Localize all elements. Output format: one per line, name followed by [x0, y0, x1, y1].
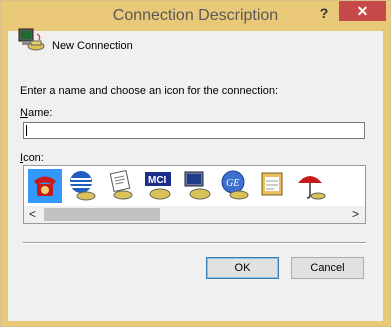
- umbrella-telephone-icon: [298, 176, 326, 200]
- icon-option-3[interactable]: [104, 169, 138, 203]
- icon-label: Icon:: [20, 152, 44, 164]
- icon-label-rest: con:: [23, 152, 44, 164]
- title-bar[interactable]: Connection Description ? ✕: [1, 1, 390, 31]
- scroll-left-button[interactable]: <: [24, 206, 41, 223]
- ok-button[interactable]: OK: [206, 257, 279, 279]
- icon-list[interactable]: MCI GE < >: [23, 165, 366, 224]
- cancel-button[interactable]: Cancel: [291, 257, 364, 279]
- red-telephone-icon: [34, 176, 56, 196]
- scroll-right-button[interactable]: >: [347, 206, 364, 223]
- icon-option-8[interactable]: [294, 169, 328, 203]
- svg-text:GE: GE: [226, 178, 239, 189]
- icon-option-4[interactable]: MCI: [142, 169, 176, 203]
- scroll-thumb[interactable]: [44, 208, 160, 221]
- mci-telephone-icon: MCI: [145, 172, 171, 200]
- globe-telephone-icon: [70, 171, 96, 201]
- icon-option-2[interactable]: [66, 169, 100, 203]
- close-button[interactable]: ✕: [339, 1, 386, 21]
- new-connection-icon: [18, 28, 45, 51]
- icon-option-6[interactable]: GE: [218, 169, 252, 203]
- name-label: Name:: [20, 107, 52, 119]
- separator-line: [23, 242, 366, 244]
- name-label-rest: ame:: [27, 107, 53, 119]
- svg-text:MCI: MCI: [148, 175, 167, 186]
- icon-option-5[interactable]: [180, 169, 214, 203]
- icon-option-7[interactable]: [256, 169, 290, 203]
- instruction-text: Enter a name and choose an icon for the …: [20, 85, 279, 97]
- connection-heading: New Connection: [52, 40, 133, 52]
- name-label-accel: N: [20, 107, 28, 119]
- document-telephone-icon: [109, 169, 133, 200]
- icon-option-1[interactable]: [28, 169, 62, 203]
- help-button[interactable]: ?: [316, 5, 332, 23]
- name-input[interactable]: [23, 122, 365, 139]
- dialog-window: Connection Description ? ✕ New Connectio…: [0, 0, 391, 327]
- text-caret: [26, 125, 27, 136]
- computer-telephone-icon: [184, 171, 211, 200]
- ge-telephone-icon: GE: [221, 170, 249, 200]
- horizontal-scrollbar[interactable]: < >: [24, 206, 365, 223]
- calendar-telephone-icon: [261, 172, 283, 196]
